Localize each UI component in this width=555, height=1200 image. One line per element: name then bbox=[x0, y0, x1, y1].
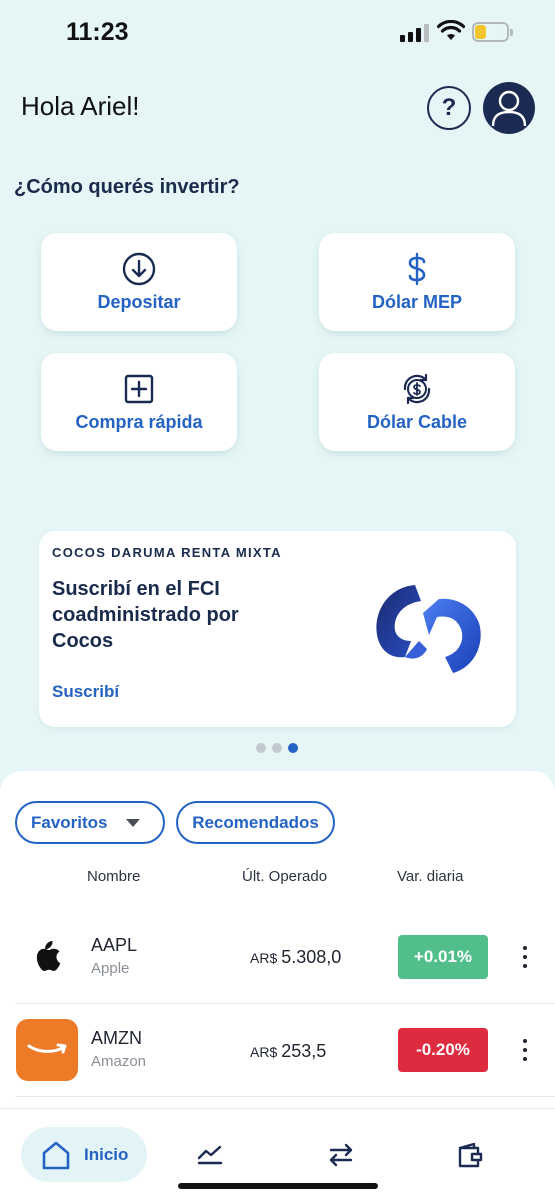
company-name: Apple bbox=[91, 960, 130, 977]
nav-label-inicio: Inicio bbox=[84, 1145, 129, 1164]
download-circle-icon bbox=[122, 252, 156, 285]
dolar-cable-button[interactable]: Dólar Cable bbox=[319, 353, 515, 451]
battery-icon bbox=[472, 22, 514, 42]
row-divider bbox=[15, 1096, 555, 1097]
deposit-button[interactable]: Depositar bbox=[41, 233, 237, 331]
caret-down-icon bbox=[125, 818, 140, 827]
status-bar: 11:23 bbox=[0, 0, 555, 64]
column-header-last: Últ. Operado bbox=[242, 868, 328, 885]
favorites-dropdown[interactable]: Favoritos bbox=[15, 801, 165, 844]
price-value: 253,5 bbox=[281, 1041, 327, 1061]
home-icon bbox=[42, 1141, 70, 1170]
nav-item-wallet[interactable] bbox=[456, 1141, 484, 1169]
deposit-label: Depositar bbox=[97, 291, 181, 312]
wifi-icon bbox=[437, 20, 465, 40]
favorites-dropdown-label: Favoritos bbox=[31, 812, 108, 832]
last-price: AR$ 253,5 bbox=[250, 1041, 326, 1062]
promo-overline: COCOS DARUMA RENTA MIXTA bbox=[52, 545, 282, 560]
wallet-icon bbox=[458, 1142, 483, 1168]
invest-question: ¿Cómo querés invertir? bbox=[14, 176, 240, 198]
transfer-arrows-icon bbox=[329, 1143, 353, 1167]
recommended-chip[interactable]: Recomendados bbox=[176, 801, 335, 844]
subscribe-link[interactable]: Suscribí bbox=[52, 682, 119, 702]
dolar-cable-label: Dólar Cable bbox=[366, 411, 468, 432]
nav-item-transfers[interactable] bbox=[328, 1142, 354, 1168]
apple-logo-icon bbox=[16, 925, 78, 987]
nav-item-markets[interactable] bbox=[197, 1142, 223, 1166]
ticker-symbol: AMZN bbox=[91, 1028, 142, 1048]
status-time: 11:23 bbox=[66, 18, 129, 46]
column-header-var: Var. diaria bbox=[397, 868, 464, 885]
currency-label: AR$ bbox=[250, 950, 278, 966]
dollar-icon bbox=[408, 252, 426, 285]
row-divider bbox=[15, 1003, 555, 1004]
nav-item-inicio[interactable]: Inicio bbox=[42, 1140, 128, 1170]
more-options-icon[interactable] bbox=[521, 1039, 529, 1061]
cocos-logo-icon bbox=[376, 585, 481, 673]
promo-card[interactable]: COCOS DARUMA RENTA MIXTA Suscribí en el … bbox=[39, 531, 516, 727]
avatar[interactable] bbox=[483, 82, 535, 134]
quick-buy-label: Compra rápida bbox=[75, 411, 203, 432]
company-name: Amazon bbox=[91, 1053, 147, 1070]
dolar-mep-button[interactable]: Dólar MEP bbox=[319, 233, 515, 331]
cellular-signal-icon bbox=[400, 24, 430, 42]
more-options-icon[interactable] bbox=[521, 946, 529, 968]
carousel-dot[interactable] bbox=[272, 743, 282, 753]
greeting-title: Hola Ariel! bbox=[21, 91, 140, 121]
last-price: AR$ 5.308,0 bbox=[250, 947, 341, 968]
plus-square-icon bbox=[124, 374, 154, 403]
recommended-chip-label: Recomendados bbox=[192, 812, 319, 832]
price-value: 5.308,0 bbox=[281, 947, 342, 967]
quick-buy-button[interactable]: Compra rápida bbox=[41, 353, 237, 451]
dollar-exchange-icon bbox=[403, 373, 431, 404]
currency-label: AR$ bbox=[250, 1044, 278, 1060]
home-indicator[interactable] bbox=[178, 1183, 378, 1189]
variation-badge: +0.01% bbox=[398, 935, 488, 979]
column-header-name: Nombre bbox=[87, 868, 141, 885]
chart-line-icon bbox=[197, 1145, 223, 1165]
user-icon bbox=[491, 90, 527, 127]
carousel-dot-active[interactable] bbox=[288, 743, 298, 753]
variation-badge: -0.20% bbox=[398, 1028, 488, 1072]
carousel-dots[interactable] bbox=[256, 743, 298, 753]
promo-title: Suscribí en el FCI coadministrado por Co… bbox=[52, 578, 239, 652]
dolar-mep-label: Dólar MEP bbox=[371, 291, 463, 312]
amazon-logo-icon bbox=[16, 1019, 78, 1081]
help-button[interactable]: ? bbox=[427, 86, 471, 130]
carousel-dot[interactable] bbox=[256, 743, 266, 753]
ticker-symbol: AAPL bbox=[91, 935, 138, 955]
